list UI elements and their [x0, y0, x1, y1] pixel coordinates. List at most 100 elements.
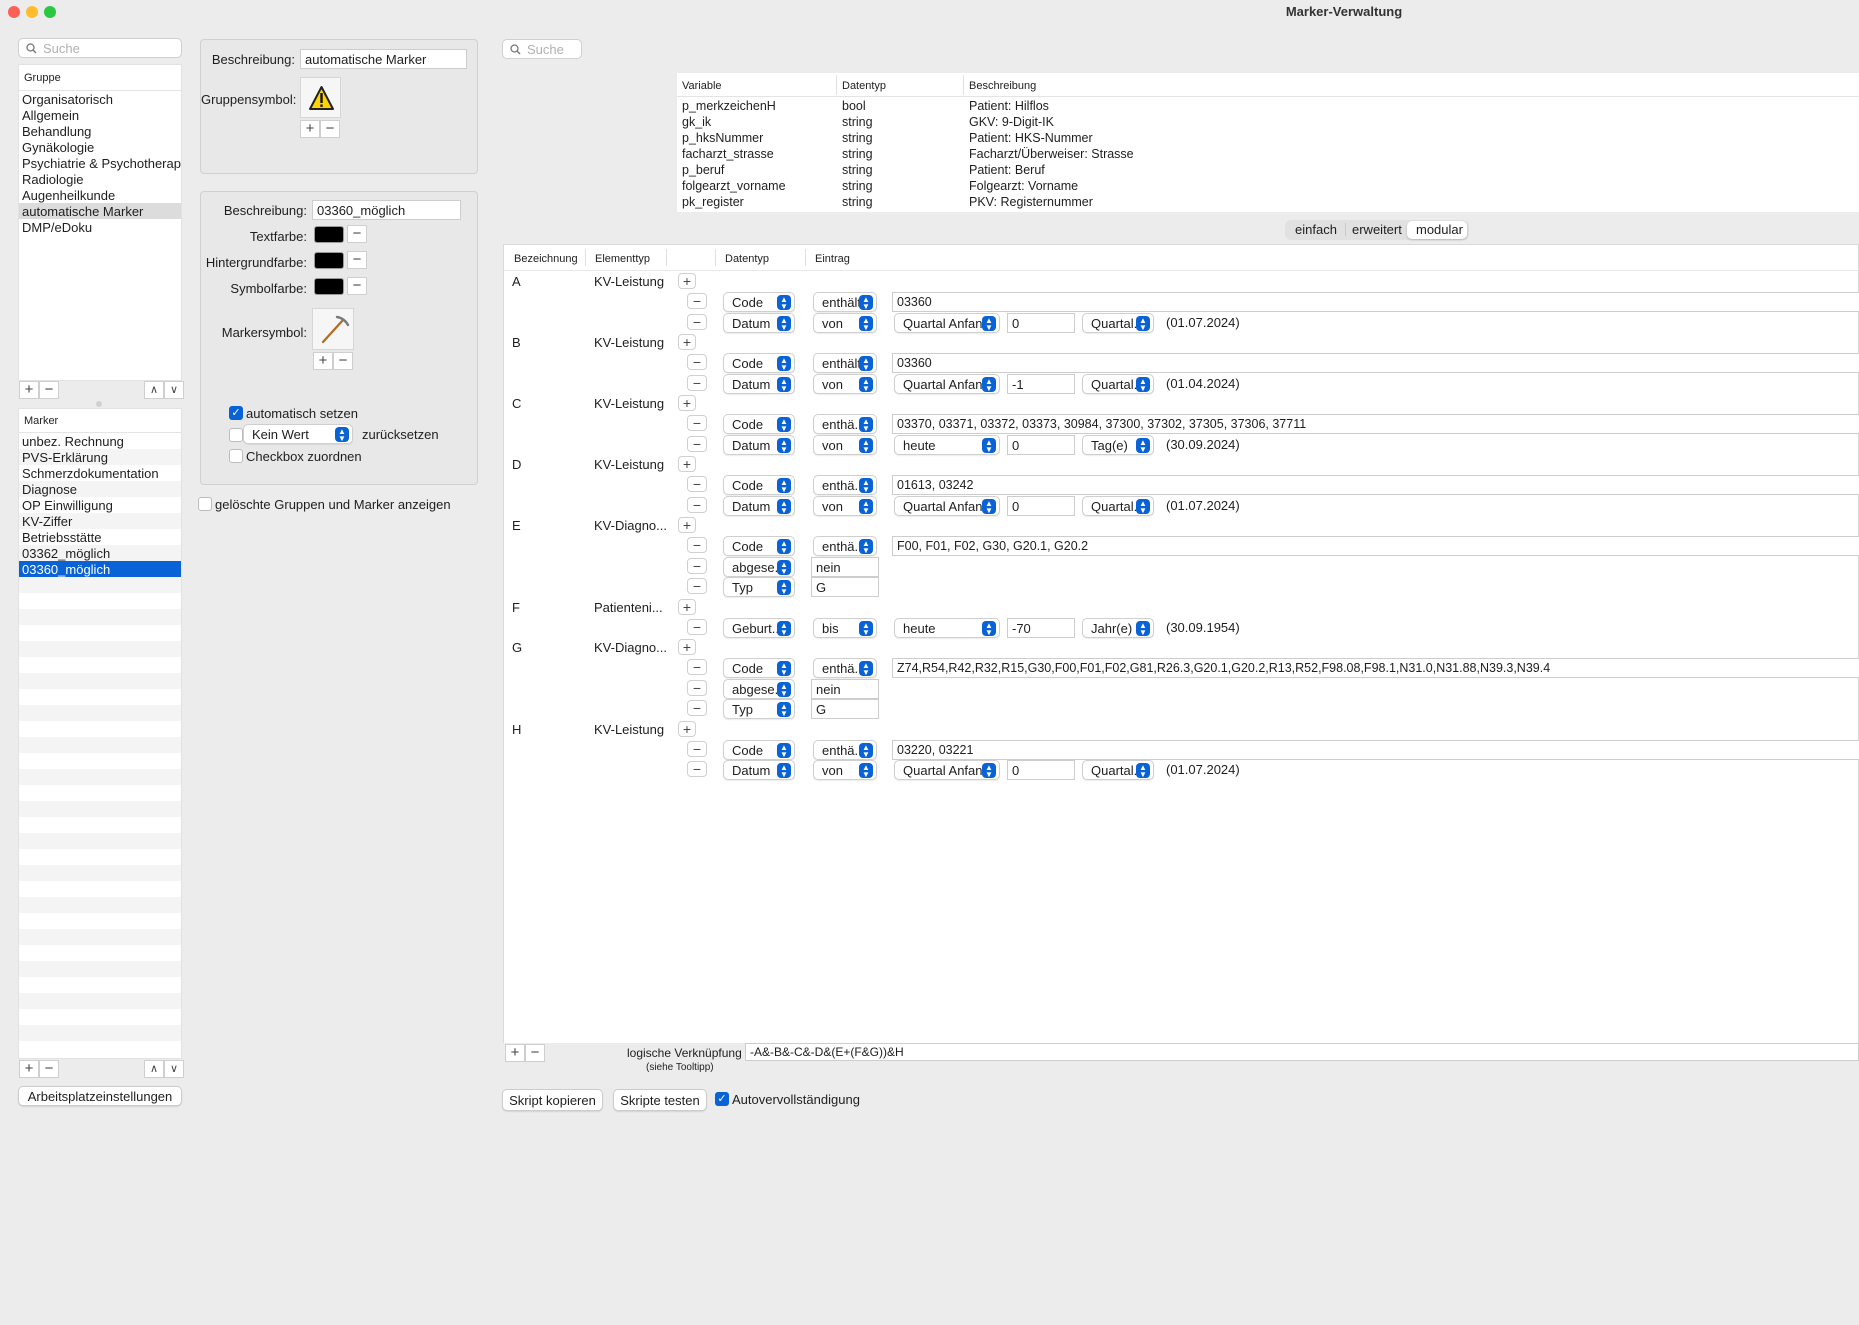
group-item[interactable]: Gynäkologie: [19, 139, 181, 155]
group-symbol-well[interactable]: [300, 77, 341, 118]
auto-set-checkbox[interactable]: ✓: [229, 406, 243, 420]
add-condition-button[interactable]: +: [678, 395, 696, 411]
code-value-field[interactable]: 03220, 03221: [892, 739, 1859, 760]
variable-description-cell[interactable]: GKV: 9-Digit-IK: [969, 115, 1054, 129]
move-group-up-button[interactable]: ∧: [144, 381, 164, 399]
group-description-field[interactable]: automatische Marker: [300, 49, 467, 69]
workplace-settings-button[interactable]: Arbeitsplatzeinstellungen: [18, 1086, 182, 1106]
code-value-field[interactable]: 03370, 03371, 03372, 03373, 30984, 37300…: [892, 414, 1859, 434]
operator-select[interactable]: enthält ▲ ▼: [813, 292, 877, 312]
marker-item[interactable]: Betriebsstätte: [19, 529, 181, 545]
add-condition-button[interactable]: +: [678, 273, 696, 289]
offset-field[interactable]: -1: [1007, 373, 1075, 394]
datatype-select[interactable]: Code ▲ ▼: [723, 475, 795, 495]
offset-field[interactable]: -70: [1007, 617, 1075, 638]
datatype-select[interactable]: Code ▲ ▼: [723, 658, 795, 678]
operator-select[interactable]: enthä... ▲ ▼: [813, 739, 877, 760]
code-value-field[interactable]: 03360: [892, 292, 1859, 312]
variable-description-cell[interactable]: Patient: HKS-Nummer: [969, 131, 1093, 145]
marker-list[interactable]: Marker unbez. Rechnung PVS-Erklärung Schme…: [18, 408, 182, 1059]
remove-condition-button[interactable]: −: [687, 537, 707, 553]
datatype-select[interactable]: Typ ▲ ▼: [723, 699, 795, 719]
variable-description-cell[interactable]: Folgearzt: Vorname: [969, 179, 1078, 193]
remove-condition-button[interactable]: −: [687, 578, 707, 594]
variable-description-cell[interactable]: PKV: Registernummer: [969, 195, 1093, 209]
variable-type-cell[interactable]: string: [842, 147, 873, 161]
remove-condition-button[interactable]: −: [687, 476, 707, 492]
remove-condition-button[interactable]: −: [687, 374, 707, 391]
mode-modular[interactable]: modular: [1416, 222, 1463, 237]
remove-condition-button[interactable]: −: [687, 293, 707, 309]
remove-condition-button[interactable]: −: [687, 659, 707, 675]
clear-text-color-button[interactable]: −: [347, 225, 367, 243]
text-color-well[interactable]: [314, 226, 344, 243]
operator-select[interactable]: von ▲ ▼: [813, 312, 877, 333]
clear-symbol-color-button[interactable]: −: [347, 277, 367, 295]
reference-select[interactable]: Quartal Anfang ▲ ▼: [894, 760, 1000, 780]
datatype-select[interactable]: Datum ▲ ▼: [723, 373, 795, 394]
add-group-symbol-button[interactable]: +: [300, 120, 320, 138]
datatype-select[interactable]: Datum ▲ ▼: [723, 495, 795, 516]
group-list[interactable]: Gruppe Organisatorisch Allgemein Behandlun…: [18, 64, 182, 381]
offset-field[interactable]: 0: [1007, 760, 1075, 780]
variable-type-cell[interactable]: string: [842, 179, 873, 193]
code-value-field[interactable]: F00, F01, F02, G30, G20.1, G20.2: [892, 536, 1859, 556]
code-value-field[interactable]: Z74,R54,R42,R32,R15,G30,F00,F01,F02,G81,…: [892, 658, 1859, 678]
variable-type-cell[interactable]: string: [842, 195, 873, 209]
value-field[interactable]: G: [811, 577, 879, 597]
group-search-input[interactable]: Suche: [18, 38, 182, 58]
marker-item[interactable]: Schmerzdokumentation: [19, 465, 181, 481]
operator-select[interactable]: von ▲ ▼: [813, 495, 877, 516]
rules-table[interactable]: Bezeichnung Elementtyp Datentyp Eintrag …: [503, 244, 1859, 1062]
mode-erweitert[interactable]: erweitert: [1352, 222, 1402, 237]
datatype-select[interactable]: Code ▲ ▼: [723, 536, 795, 556]
operator-select[interactable]: enthä... ▲ ▼: [813, 414, 877, 434]
group-item[interactable]: DMP/eDoku: [19, 219, 181, 235]
code-value-field[interactable]: 01613, 03242: [892, 475, 1859, 495]
unit-select[interactable]: Quartal... ▲ ▼: [1082, 312, 1154, 333]
offset-field[interactable]: 0: [1007, 312, 1075, 333]
variable-description-cell[interactable]: Patient: Beruf: [969, 163, 1045, 177]
clear-background-color-button[interactable]: −: [347, 251, 367, 269]
variable-name-cell[interactable]: facharzt_strasse: [682, 147, 774, 161]
marker-item[interactable]: KV-Ziffer: [19, 513, 181, 529]
datatype-select[interactable]: Code ▲ ▼: [723, 414, 795, 434]
remove-condition-button[interactable]: −: [687, 740, 707, 757]
value-field[interactable]: nein: [811, 556, 879, 577]
add-marker-button[interactable]: +: [19, 1060, 39, 1078]
operator-select[interactable]: bis ▲ ▼: [813, 617, 877, 638]
move-marker-down-button[interactable]: ∨: [164, 1060, 184, 1078]
add-condition-button[interactable]: +: [678, 334, 696, 350]
reference-select[interactable]: Quartal Anfang ▲ ▼: [894, 373, 1000, 394]
value-field[interactable]: G: [811, 699, 879, 719]
group-item[interactable]: automatische Marker: [19, 203, 181, 219]
add-condition-button[interactable]: +: [678, 517, 696, 533]
remove-condition-button[interactable]: −: [687, 496, 707, 513]
group-item[interactable]: Psychiatrie & Psychotherapie: [19, 155, 181, 171]
mode-segmented-control[interactable]: einfach erweitert modular: [1285, 220, 1469, 240]
variable-name-cell[interactable]: folgearzt_vorname: [682, 179, 786, 193]
remove-condition-button[interactable]: −: [687, 700, 707, 716]
variable-name-cell[interactable]: gk_ik: [682, 115, 711, 129]
variable-name-cell[interactable]: p_merkzeichenH: [682, 99, 776, 113]
variable-description-cell[interactable]: Patient: Hilflos: [969, 99, 1049, 113]
datatype-select[interactable]: Datum ▲ ▼: [723, 312, 795, 333]
marker-item[interactable]: unbez. Rechnung: [19, 433, 181, 449]
variable-type-cell[interactable]: string: [842, 163, 873, 177]
copy-script-button[interactable]: Skript kopieren: [502, 1089, 603, 1111]
datatype-select[interactable]: Code ▲ ▼: [723, 292, 795, 312]
marker-item[interactable]: 03362_möglich: [19, 545, 181, 561]
operator-select[interactable]: von ▲ ▼: [813, 434, 877, 455]
remove-marker-symbol-button[interactable]: −: [333, 352, 353, 370]
add-condition-button[interactable]: +: [678, 639, 696, 655]
operator-select[interactable]: enthä... ▲ ▼: [813, 658, 877, 678]
splitter-handle[interactable]: [96, 401, 102, 407]
remove-group-button[interactable]: −: [39, 381, 59, 399]
group-item[interactable]: Allgemein: [19, 107, 181, 123]
checkbox-assign-checkbox[interactable]: [229, 449, 243, 463]
group-item[interactable]: Behandlung: [19, 123, 181, 139]
unit-select[interactable]: Quartal... ▲ ▼: [1082, 495, 1154, 516]
unit-select[interactable]: Tag(e) ▲ ▼: [1082, 434, 1154, 455]
remove-condition-button[interactable]: −: [687, 435, 707, 452]
move-marker-up-button[interactable]: ∧: [144, 1060, 164, 1078]
